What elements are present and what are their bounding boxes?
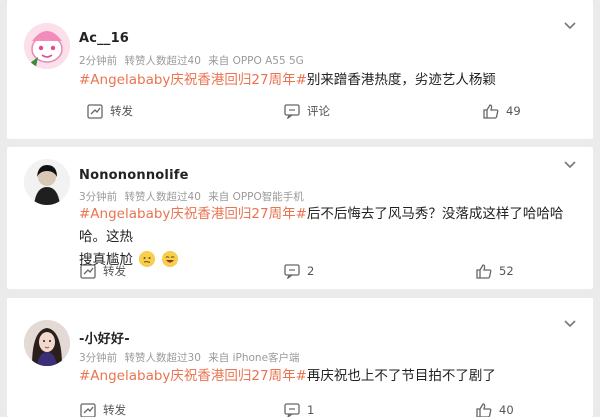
comment-button[interactable]: 1 <box>284 399 314 417</box>
comment-button[interactable]: 2 <box>284 260 314 282</box>
comment-feed: Ac__16 2分钟前 转赞人数超过40 来自 OPPO A55 5G #Ang… <box>0 0 600 417</box>
comment-icon <box>284 263 300 279</box>
comment-count: 2 <box>307 264 315 278</box>
like-button[interactable]: 49 <box>483 100 521 122</box>
post-source: 来自 OPPO A55 5G <box>208 55 304 67</box>
repost-count-note: 转赞人数超过30 <box>124 352 201 364</box>
repost-count-note: 转赞人数超过40 <box>124 55 201 67</box>
avatar[interactable] <box>24 320 70 366</box>
post-time: 3分钟前 <box>79 191 118 203</box>
comment-icon <box>284 402 300 417</box>
topic-link[interactable]: #Angelababy庆祝香港回归27周年# <box>79 72 307 88</box>
comment-card: -小好好- 3分钟前 转赞人数超过30 来自 iPhone客户端 #Angela… <box>7 298 593 417</box>
chevron-down-icon[interactable] <box>563 18 577 32</box>
comment-icon <box>284 103 300 119</box>
repost-icon <box>80 263 96 279</box>
avatar[interactable] <box>24 159 70 205</box>
comment-count: 1 <box>307 403 315 417</box>
username[interactable]: Ac__16 <box>79 31 129 46</box>
post-text: 再庆祝也上不了节目拍不了剧了 <box>306 368 496 384</box>
repost-button[interactable]: 转发 <box>80 260 126 282</box>
like-icon <box>483 103 499 119</box>
repost-icon <box>87 103 103 119</box>
repost-label: 转发 <box>110 104 133 118</box>
repost-label: 转发 <box>103 264 126 278</box>
post-meta: 2分钟前 转赞人数超过40 来自 OPPO A55 5G <box>79 53 308 68</box>
repost-icon <box>80 402 96 417</box>
topic-link[interactable]: #Angelababy庆祝香港回归27周年# <box>79 368 307 384</box>
topic-link[interactable]: #Angelababy庆祝香港回归27周年# <box>79 206 307 222</box>
repost-button[interactable]: 转发 <box>87 100 133 122</box>
post-meta: 3分钟前 转赞人数超过30 来自 iPhone客户端 <box>79 350 304 365</box>
comment-button[interactable]: 评论 <box>284 100 330 122</box>
repost-label: 转发 <box>103 403 126 417</box>
comment-label: 评论 <box>307 104 330 118</box>
post-time: 3分钟前 <box>79 352 118 364</box>
avatar[interactable] <box>24 23 70 69</box>
comment-card: Ac__16 2分钟前 转赞人数超过40 来自 OPPO A55 5G #Ang… <box>7 0 593 139</box>
post-content: #Angelababy庆祝香港回归27周年#别来蹭香港热度，劣迹艺人杨颖 <box>79 69 579 92</box>
like-count: 40 <box>499 403 514 417</box>
username[interactable]: Nonononnolife <box>79 168 189 183</box>
chevron-down-icon[interactable] <box>563 157 577 171</box>
like-icon <box>476 263 492 279</box>
action-bar: 转发 1 40 <box>7 399 593 417</box>
username[interactable]: -小好好- <box>79 328 130 347</box>
like-count: 49 <box>506 104 521 118</box>
like-button[interactable]: 40 <box>476 399 514 417</box>
like-button[interactable]: 52 <box>476 260 514 282</box>
action-bar: 转发 评论 49 <box>7 100 593 126</box>
comment-card: Nonononnolife 3分钟前 转赞人数超过40 来自 OPPO智能手机 … <box>7 147 593 289</box>
repost-count-note: 转赞人数超过40 <box>124 191 201 203</box>
chevron-down-icon[interactable] <box>563 316 577 330</box>
like-count: 52 <box>499 264 514 278</box>
post-source: 来自 OPPO智能手机 <box>208 191 304 203</box>
post-source: 来自 iPhone客户端 <box>208 352 300 364</box>
post-content: #Angelababy庆祝香港回归27周年#再庆祝也上不了节目拍不了剧了 <box>79 365 579 388</box>
post-time: 2分钟前 <box>79 55 118 67</box>
post-text: 别来蹭香港热度，劣迹艺人杨颖 <box>306 72 496 88</box>
like-icon <box>476 402 492 417</box>
repost-button[interactable]: 转发 <box>80 399 126 417</box>
post-meta: 3分钟前 转赞人数超过40 来自 OPPO智能手机 <box>79 189 308 204</box>
action-bar: 转发 2 52 <box>7 260 593 286</box>
